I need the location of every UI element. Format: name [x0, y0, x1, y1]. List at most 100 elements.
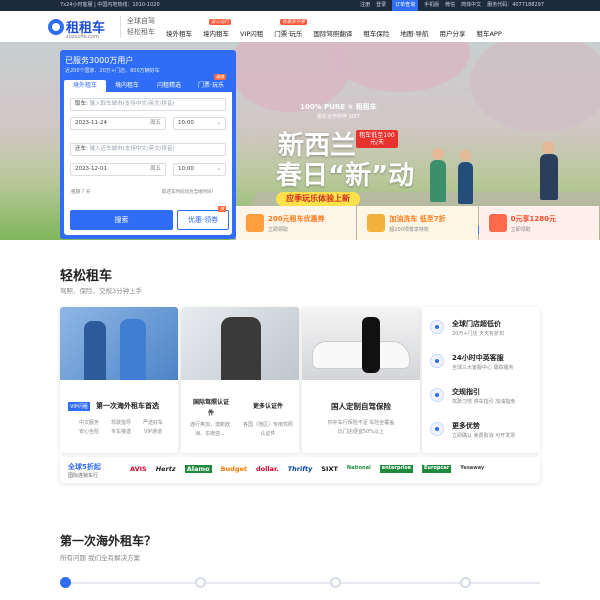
site-logo[interactable]: 租租车 zuzuche.com [48, 17, 108, 45]
tab-overseas[interactable]: 境外租车 [64, 80, 106, 92]
brand-europcar[interactable]: Europcar [422, 465, 452, 473]
pickup-label: 取车: [75, 101, 88, 107]
served-count: 已服务3000万用户 [65, 56, 134, 65]
brand-dollar[interactable]: dollar. [256, 465, 279, 473]
brand-hertz[interactable]: Hertz [156, 465, 176, 473]
person-figure [458, 162, 473, 204]
search-panel: 已服务3000万用户 近200个国家、20万+门店、800万辆好车 境外租车 境… [60, 50, 236, 239]
slogan-line2: 轻松租车 [127, 28, 155, 36]
nav-item-insurance[interactable]: 租车保险 [363, 28, 389, 38]
person-head [432, 148, 444, 160]
nav-item-overseas[interactable]: 境外租车 [166, 28, 192, 38]
banner-headline: 新西兰 [278, 131, 357, 161]
promo-coupon[interactable]: 200元租车优惠券 立即领取 [236, 206, 357, 240]
pickup-time-select[interactable]: 10:00 ⌄ [173, 117, 226, 130]
card-title: 国际驾照认证件 [193, 399, 230, 417]
tree-decoration [330, 42, 470, 92]
language-select[interactable]: 简体中文 [461, 0, 481, 11]
brand-avis[interactable]: AVIS [130, 465, 147, 473]
brand-sixt[interactable]: SIXT [321, 465, 338, 473]
return-date-input[interactable]: 2023-12-01 周五 [70, 163, 166, 176]
card-license[interactable]: 国际驾照认证件 通行英加、澳新欧洲、东南亚... 更多认证件 各国（地区）专用驾… [181, 307, 299, 453]
nav-item-tickets[interactable]: 优惠享不停 门票·玩乐 [274, 19, 307, 38]
person-head [542, 141, 555, 154]
brand-lead-sub: 国际连锁车行 [68, 473, 99, 479]
search-button[interactable]: 搜索 [70, 210, 173, 230]
coupon-button[interactable]: 优惠·领券 领 [177, 206, 229, 230]
nav-item-map[interactable]: 地图·导航 [400, 28, 428, 38]
gift-icon [367, 214, 386, 232]
card-vip[interactable]: VIP闪租 第一次海外租车首选 中文服务 安心全险 驾驶指导 专车接送 严选好车 VI… [60, 307, 178, 453]
return-time: 10:00 [178, 166, 194, 172]
card-photo [302, 307, 420, 380]
step-dot[interactable] [330, 577, 341, 588]
promo-fuel[interactable]: 加油洗车 低至7折 超200项尊享特权 [357, 206, 478, 240]
section-subtitle: 驾照、保险、交规3分钟上手 [60, 287, 143, 295]
pickup-date-input[interactable]: 2023-11-24 周五 [70, 117, 166, 130]
nav-item-license[interactable]: 国际驾照翻译 [313, 28, 352, 38]
coupon-badge: 领 [218, 206, 226, 212]
card-desc-col: 中文服务 安心全险 [78, 420, 99, 435]
card-photo [60, 307, 178, 380]
return-label: 还车: [75, 146, 88, 152]
features-list: 全球门店超低价 20万+门店 天天有折扣 24小时中英客服 全球三大客服中心 跟踪服… [422, 307, 540, 453]
section-title: 第一次海外租车？ [60, 534, 157, 548]
brand-budget[interactable]: Budget [221, 465, 247, 473]
section-title: 轻松租车 [60, 269, 113, 284]
card-desc: 你补车行保险不足 车险全覆盖 比门店便宜50%以上 [327, 420, 395, 435]
chevron-down-icon: ⌄ [216, 120, 221, 126]
pickup-placeholder: 输入取车城市(支持中文/英文/拼音) [89, 101, 175, 107]
promo-free[interactable]: 0元享1280元 立即领取 [478, 206, 599, 240]
banner-headline-2: 春日“新”动 [276, 161, 415, 191]
person-figure [120, 319, 146, 380]
chat-icon [430, 422, 444, 436]
brand-yesaway[interactable]: Yesaway [460, 465, 484, 473]
tab-badge: 超值 [214, 74, 226, 80]
promo-sub: 立即领取 [268, 227, 289, 233]
search-form: 取车: 输入取车城市(支持中文/英文/拼音) 2023-11-24 周五 10:… [64, 92, 232, 235]
login-link[interactable]: 登录 [376, 0, 386, 11]
vip-badge: VIP闪租 [68, 402, 90, 411]
promo-title: 0元享1280元 [510, 215, 557, 223]
return-time-select[interactable]: 10:00 ⌄ [173, 163, 226, 176]
return-city-input[interactable]: 还车: 输入还车城市(支持中文/英文/拼音) [70, 143, 226, 156]
pickup-week: 周五 [149, 120, 161, 126]
nav-item-vip[interactable]: VIP闪租 [240, 28, 263, 38]
tab-domestic[interactable]: 境内租车 [106, 80, 148, 92]
nav-badge: 优惠享不停 [280, 19, 307, 25]
nav-menu: 境外租车 安心出行 境内租车 VIP闪租 优惠享不停 门票·玩乐 国际驾照翻译 租车… [166, 19, 513, 38]
card-title: 更多认证件 [252, 403, 283, 410]
mobile-link[interactable]: 手机版 [424, 0, 439, 11]
tab-flash[interactable]: 闪租精选 [148, 80, 190, 92]
brand-alamo[interactable]: Alamo [184, 465, 212, 473]
pickup-city-input[interactable]: 取车: 输入取车城市(支持中文/英文/拼音) [70, 98, 226, 111]
top-links: 注册 登录 订单查询 手机版 微信 简体中文 服务代码：4077188297 [360, 0, 544, 11]
nav-item-app[interactable]: 租车APP [476, 28, 501, 38]
slogan: 全球自驾 轻松租车 [120, 16, 155, 38]
nav-item-domestic[interactable]: 安心出行 境内租车 [203, 19, 231, 38]
register-link[interactable]: 注册 [360, 0, 370, 11]
promo-sub: 立即领取 [510, 227, 531, 233]
brand-thrifty[interactable]: Thrifty [288, 465, 313, 473]
coverage-text: 近200个国家、20万+门店、800万辆好车 [65, 68, 160, 74]
order-query-link[interactable]: 订单查询 [392, 0, 419, 11]
card-insurance[interactable]: 国人定制自驾保险 你补车行保险不足 车险全覆盖 比门店便宜50%以上 [302, 307, 420, 453]
person-figure [540, 154, 558, 200]
coupon-label: 优惠·领券 [187, 216, 219, 224]
brand-strip: 全球5折起 国际连锁车行 AVIS Hertz Alamo Budget dol… [60, 457, 540, 483]
nav-item-share[interactable]: 用户分享 [439, 28, 465, 38]
top-bar: 7x24小时客服 | 中国内地热线：1010-1020 注册 登录 订单查询 手… [0, 0, 600, 11]
wechat-link[interactable]: 微信 [445, 0, 455, 11]
brand-enterprise[interactable]: enterprise [379, 465, 413, 473]
step-dot[interactable] [460, 577, 471, 588]
tab-tickets[interactable]: 门票·玩乐 [190, 80, 232, 92]
step-dot[interactable] [195, 577, 206, 588]
hotline-text: 7x24小时客服 | 中国内地热线：1010-1020 [60, 2, 160, 8]
brand-national[interactable]: National [347, 465, 371, 473]
card-desc-col: 驾驶指导 专车接送 [110, 420, 131, 435]
card-photo [181, 307, 299, 380]
return-week: 周五 [149, 166, 161, 172]
step-dot[interactable] [60, 577, 71, 588]
logo-icon [48, 19, 64, 35]
section-subtitle: 所有问题 我们全有解决方案 [60, 554, 141, 562]
